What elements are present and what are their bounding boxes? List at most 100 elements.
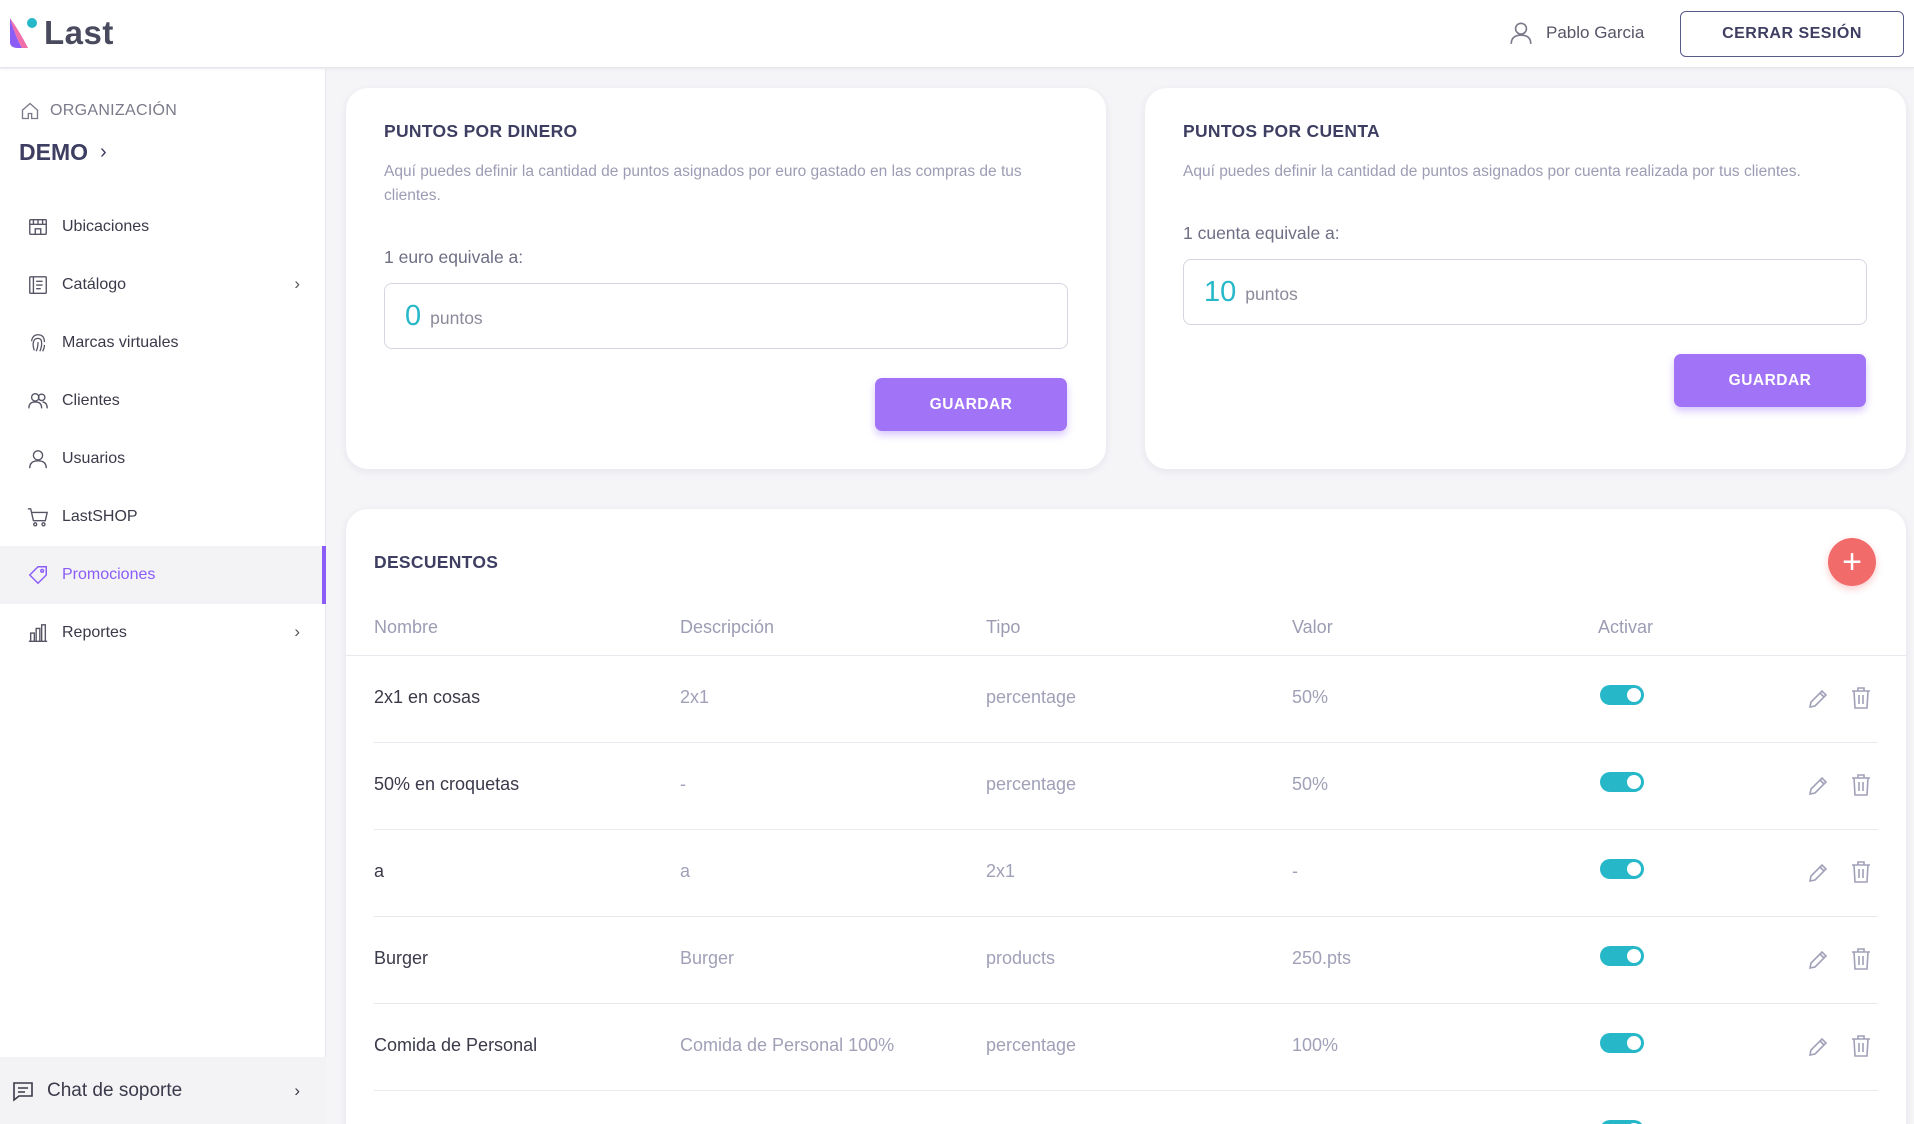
logout-button[interactable]: CERRAR SESIÓN xyxy=(1680,11,1904,57)
sidebar-item-marcas-virtuales[interactable]: Marcas virtuales xyxy=(0,314,326,372)
cell-tipo: products xyxy=(986,948,1056,968)
points-unit: puntos xyxy=(430,308,483,328)
user-avatar-icon xyxy=(1510,22,1532,44)
sidebar-item-clientes[interactable]: Clientes xyxy=(0,372,326,430)
cell-descripcion: Burger xyxy=(680,948,735,968)
sidebar-item-reportes[interactable]: Reportes › xyxy=(0,604,326,662)
table-row: Comida de Personal Comida de Personal 10… xyxy=(346,1004,1906,1091)
column-header-tipo[interactable]: Tipo xyxy=(986,617,1020,638)
top-header: Last Pablo Garcia CERRAR SESIÓN xyxy=(0,0,1914,68)
column-header-nombre[interactable]: Nombre xyxy=(374,617,438,638)
field-label: 1 cuenta equivale a: xyxy=(1183,223,1340,243)
logo-mark-icon xyxy=(8,14,42,52)
points-value: 10 xyxy=(1204,275,1237,308)
active-toggle[interactable] xyxy=(1600,859,1644,879)
edit-icon[interactable] xyxy=(1806,948,1830,972)
chevron-right-icon: › xyxy=(294,274,300,293)
cell-tipo: percentage xyxy=(986,687,1077,707)
chevron-right-icon: › xyxy=(100,141,107,163)
cell-nombre: Comida de Personal xyxy=(374,1035,538,1055)
chevron-right-icon: › xyxy=(294,1080,300,1100)
sidebar: ORGANIZACIÓN DEMO › Ubicaciones Catálogo… xyxy=(0,69,326,1124)
organization-label-text: ORGANIZACIÓN xyxy=(50,102,178,119)
column-header-activar: Activar xyxy=(1598,617,1654,637)
sidebar-nav: Ubicaciones Catálogo › Marcas virtuales … xyxy=(0,198,326,662)
sidebar-item-label: Usuarios xyxy=(62,450,126,467)
sidebar-item-label: LastSHOP xyxy=(62,508,138,525)
cell-tipo: percentage xyxy=(986,774,1077,794)
active-toggle[interactable] xyxy=(1600,946,1644,966)
table-row-partial xyxy=(346,1091,1906,1124)
sidebar-item-label: Catálogo xyxy=(62,276,127,293)
sidebar-item-lastshop[interactable]: LastSHOP xyxy=(0,488,326,546)
card-description: Aquí puedes definir la cantidad de punto… xyxy=(1183,163,1801,180)
table-row: Burger Burger products 250.pts xyxy=(346,917,1906,1004)
logo-text: Last xyxy=(44,14,114,51)
cell-nombre: 50% en croquetas xyxy=(374,774,520,794)
sidebar-item-catalogo[interactable]: Catálogo › xyxy=(0,256,326,314)
add-discount-button[interactable]: + xyxy=(1828,538,1876,586)
trash-icon[interactable] xyxy=(1850,860,1872,884)
sidebar-item-ubicaciones[interactable]: Ubicaciones xyxy=(0,198,326,256)
chat-icon xyxy=(13,1081,33,1102)
trash-icon[interactable] xyxy=(1850,686,1872,710)
edit-icon[interactable] xyxy=(1806,861,1830,885)
active-toggle[interactable] xyxy=(1600,685,1644,705)
account-points-input[interactable]: 10 puntos xyxy=(1183,259,1867,325)
cell-valor: 50% xyxy=(1292,774,1329,794)
chevron-right-icon: › xyxy=(294,622,300,641)
cell-descripcion: 2x1 xyxy=(680,687,710,707)
cell-valor: 250.pts xyxy=(1292,948,1352,968)
card-description: Aquí puedes definir la cantidad de punto… xyxy=(384,163,1022,204)
column-header-valor[interactable]: Valor xyxy=(1292,617,1333,638)
active-toggle[interactable] xyxy=(1600,1033,1644,1053)
tag-icon xyxy=(26,563,50,587)
active-toggle[interactable] xyxy=(1600,772,1644,792)
cell-descripcion: a xyxy=(680,861,691,881)
store-icon xyxy=(26,215,50,239)
card-title: PUNTOS POR CUENTA xyxy=(1183,121,1380,141)
sidebar-item-label: Promociones xyxy=(62,566,156,583)
discounts-card: DESCUENTOS + Nombre Descripción Tipo Val… xyxy=(346,509,1906,1124)
support-chat-button[interactable]: Chat de soporte › xyxy=(0,1057,326,1124)
active-toggle[interactable] xyxy=(1600,1120,1644,1124)
table-row: 50% en croquetas - percentage 50% xyxy=(346,743,1906,830)
cell-valor: - xyxy=(1292,861,1298,881)
sidebar-item-label: Reportes xyxy=(62,624,127,641)
save-button[interactable]: GUARDAR xyxy=(1674,354,1866,407)
trash-icon[interactable] xyxy=(1850,1034,1872,1058)
money-points-card: PUNTOS POR DINERO Aquí puedes definir la… xyxy=(346,88,1106,469)
support-chat-label: Chat de soporte xyxy=(47,1079,183,1101)
logo[interactable]: Last xyxy=(8,14,114,52)
cell-valor: 100% xyxy=(1292,1035,1339,1055)
edit-icon[interactable] xyxy=(1806,774,1830,798)
sidebar-item-label: Marcas virtuales xyxy=(62,334,179,351)
sidebar-item-usuarios[interactable]: Usuarios xyxy=(0,430,326,488)
edit-icon[interactable] xyxy=(1806,687,1830,711)
cell-nombre: Burger xyxy=(374,948,429,968)
catalog-icon xyxy=(26,273,50,297)
points-unit: puntos xyxy=(1245,284,1298,304)
user-icon xyxy=(26,447,50,471)
table-row: a a 2x1 - xyxy=(346,830,1906,917)
euro-points-input[interactable]: 0 puntos xyxy=(384,283,1068,349)
organization-label: ORGANIZACIÓN xyxy=(20,101,177,121)
fingerprint-icon xyxy=(26,331,50,355)
points-value: 0 xyxy=(405,299,422,332)
users-icon xyxy=(26,389,50,413)
user-name: Pablo Garcia xyxy=(1546,23,1645,42)
account-points-card: PUNTOS POR CUENTA Aquí puedes definir la… xyxy=(1145,88,1906,469)
trash-icon[interactable] xyxy=(1850,947,1872,971)
save-button[interactable]: GUARDAR xyxy=(875,378,1067,431)
field-label: 1 euro equivale a: xyxy=(384,247,524,267)
organization-selector[interactable]: DEMO › xyxy=(19,139,107,166)
user-menu[interactable]: Pablo Garcia xyxy=(1508,20,1644,46)
edit-icon[interactable] xyxy=(1806,1035,1830,1059)
cell-descripcion: - xyxy=(680,774,686,794)
cell-valor: 50% xyxy=(1292,687,1329,707)
sidebar-item-promociones[interactable]: Promociones xyxy=(0,546,326,604)
column-header-descripcion[interactable]: Descripción xyxy=(680,617,774,638)
trash-icon[interactable] xyxy=(1850,773,1872,797)
cell-descripcion: Comida de Personal 100% xyxy=(680,1035,895,1055)
organization-name: DEMO xyxy=(19,139,88,165)
